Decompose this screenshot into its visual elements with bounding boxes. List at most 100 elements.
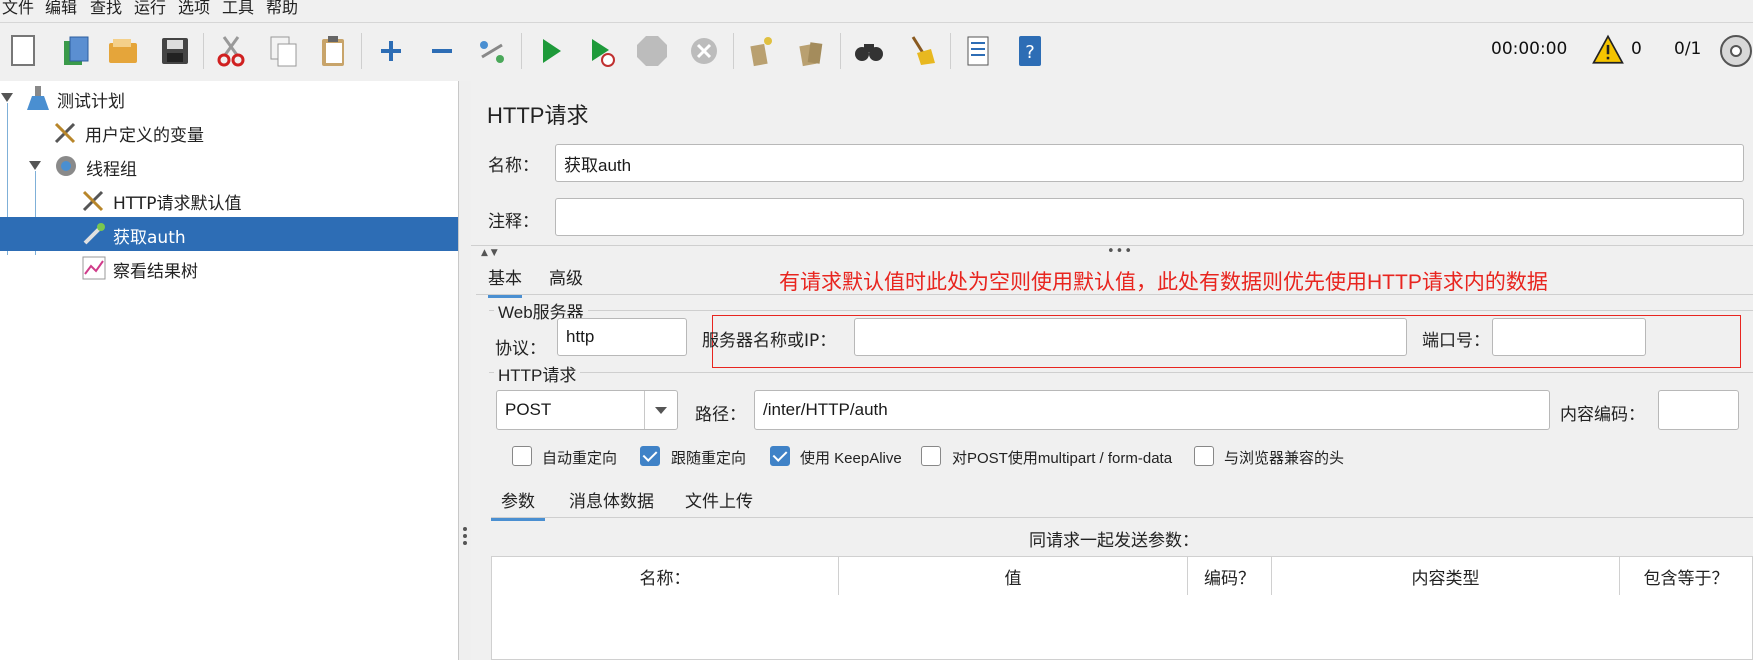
checkbox-follow-redirect[interactable] — [640, 446, 660, 466]
port-field[interactable] — [1492, 318, 1646, 356]
checkbox-multipart[interactable] — [921, 446, 941, 466]
divider-grip-icon[interactable]: ••• — [1107, 244, 1133, 259]
gear-icon — [56, 156, 76, 176]
tree-item-label: HTTP请求默认值 — [113, 194, 242, 214]
warning-count: 0 — [1631, 39, 1642, 59]
params-table: 名称： 值 编码？ 内容类型 包含等于？ — [491, 556, 1753, 660]
copy-icon[interactable] — [263, 31, 303, 71]
checkbox-browser-headers[interactable] — [1194, 446, 1214, 466]
toolbar: ? 00:00:00 0 0/1 — [0, 22, 1753, 82]
status-indicator-icon — [1716, 31, 1753, 71]
comment-field[interactable] — [555, 198, 1744, 236]
graph-icon — [82, 256, 106, 280]
menu-run[interactable]: 运行 — [134, 0, 166, 18]
name-field[interactable]: 获取auth — [555, 144, 1744, 182]
elapsed-timer: 00:00:00 — [1491, 39, 1568, 59]
open-icon[interactable] — [103, 31, 143, 71]
column-header-value[interactable]: 值 — [839, 557, 1188, 595]
pipette-icon — [83, 223, 105, 245]
comment-label: 注释： — [488, 212, 539, 232]
checkbox-label: 对POST使用multipart / form-data — [952, 450, 1173, 467]
warning-icon[interactable] — [1591, 33, 1625, 67]
tree-item-test-plan[interactable]: 测试计划 — [0, 81, 458, 115]
stop-icon — [632, 31, 672, 71]
checkbox-auto-redirect[interactable] — [512, 446, 532, 466]
tree-item-user-variables[interactable]: 用户定义的变量 — [0, 115, 458, 149]
name-label: 名称： — [488, 156, 539, 176]
protocol-label: 协议： — [495, 339, 546, 359]
collapse-icon[interactable] — [422, 31, 462, 71]
svg-text:?: ? — [1025, 42, 1035, 63]
menu-help[interactable]: 帮助 — [266, 0, 298, 18]
search-icon[interactable] — [849, 31, 889, 71]
protocol-field[interactable]: http — [557, 318, 687, 356]
clear-icon[interactable] — [740, 31, 780, 71]
encoding-label: 内容编码： — [1560, 405, 1645, 425]
column-header-include-equals[interactable]: 包含等于？ — [1620, 557, 1752, 595]
column-header-name[interactable]: 名称： — [492, 557, 839, 595]
tree-item-label: 线程组 — [86, 160, 137, 180]
checkbox-keepalive[interactable] — [770, 446, 790, 466]
server-label: 服务器名称或IP： — [702, 331, 837, 351]
server-field[interactable] — [854, 318, 1407, 356]
tree-item-label: 测试计划 — [57, 92, 125, 112]
red-annotation: 有请求默认值时此处为空则使用默认值，此处有数据则优先使用HTTP请求内的数据 — [779, 271, 1548, 294]
checkbox-label: 跟随重定向 — [671, 450, 747, 467]
method-select[interactable]: POST — [496, 390, 678, 430]
start-no-pause-icon[interactable] — [581, 31, 621, 71]
menu-file[interactable]: 文件 — [2, 0, 34, 18]
cut-icon[interactable] — [211, 31, 251, 71]
paste-icon[interactable] — [313, 31, 353, 71]
tab-parameters[interactable]: 参数 — [491, 487, 545, 521]
tools-icon — [54, 122, 76, 144]
reset-search-icon[interactable] — [901, 31, 941, 71]
shutdown-icon — [684, 31, 724, 71]
tree-item-http-defaults[interactable]: HTTP请求默认值 — [0, 183, 458, 217]
tab-file-upload[interactable]: 文件上传 — [685, 487, 753, 512]
tree-item-thread-group[interactable]: 线程组 — [0, 149, 458, 183]
column-header-encode[interactable]: 编码？ — [1188, 557, 1272, 595]
function-helper-icon[interactable] — [958, 31, 998, 71]
flask-icon — [27, 86, 49, 110]
expand-icon[interactable] — [371, 31, 411, 71]
method-value: POST — [505, 400, 552, 419]
tree-item-label: 察看结果树 — [113, 262, 198, 282]
encoding-field[interactable] — [1658, 390, 1739, 430]
tab-body-data[interactable]: 消息体数据 — [569, 487, 654, 512]
panel-title: HTTP请求 — [487, 103, 589, 128]
checkbox-label: 与浏览器兼容的头 — [1224, 450, 1345, 467]
tree-item-get-auth[interactable]: 获取auth — [0, 217, 458, 251]
path-label: 路径： — [695, 405, 746, 425]
menu-tools[interactable]: 工具 — [222, 0, 254, 18]
port-label: 端口号： — [1422, 331, 1490, 351]
toggle-icon[interactable] — [472, 31, 512, 71]
start-icon[interactable] — [530, 31, 570, 71]
column-header-content-type[interactable]: 内容类型 — [1272, 557, 1620, 595]
chevron-down-icon[interactable] — [644, 391, 677, 429]
tab-basic[interactable]: 基本 — [488, 264, 522, 298]
checkbox-label: 使用 KeepAlive — [800, 450, 902, 467]
collapse-arrow-icon[interactable] — [1, 93, 13, 102]
save-icon[interactable] — [155, 31, 195, 71]
thread-count: 0/1 — [1674, 39, 1702, 59]
tools-icon — [82, 190, 104, 212]
new-icon[interactable] — [3, 31, 43, 71]
collapse-arrow-icon[interactable] — [29, 161, 41, 170]
tree-item-results-tree[interactable]: 察看结果树 — [0, 251, 458, 285]
clear-all-icon[interactable] — [791, 31, 831, 71]
http-request-group-header: HTTP请求 — [494, 361, 581, 386]
tab-advanced[interactable]: 高级 — [549, 264, 583, 289]
path-field[interactable]: /inter/HTTP/auth — [754, 390, 1550, 430]
test-plan-tree: 测试计划 用户定义的变量 线程组 HTTP请求默认值 获取auth 察看结果树 — [0, 81, 459, 660]
templates-icon[interactable] — [56, 31, 96, 71]
help-icon[interactable]: ? — [1010, 31, 1050, 71]
params-caption: 同请求一起发送参数： — [1029, 531, 1199, 551]
divider-arrows-icon[interactable]: ▲ ▼ — [481, 248, 498, 258]
menu-edit[interactable]: 编辑 — [45, 0, 77, 18]
pane-splitter[interactable] — [459, 81, 471, 660]
tree-item-label: 用户定义的变量 — [85, 126, 204, 146]
tree-item-label: 获取auth — [113, 228, 186, 248]
http-request-panel: HTTP请求 名称： 获取auth 注释： ▲ ▼ ••• 基本 高级 有请求默… — [471, 81, 1753, 660]
menu-options[interactable]: 选项 — [178, 0, 210, 18]
menu-search[interactable]: 查找 — [90, 0, 122, 18]
